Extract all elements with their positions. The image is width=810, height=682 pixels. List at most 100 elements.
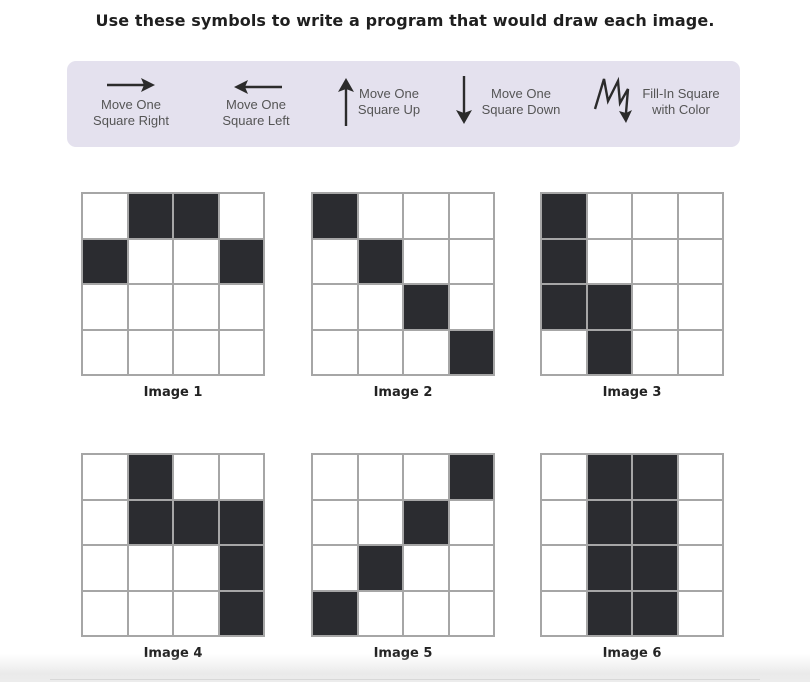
filled-square xyxy=(587,330,631,374)
empty-square xyxy=(449,239,493,283)
page-divider xyxy=(50,679,760,680)
empty-square xyxy=(83,285,127,329)
filled-square xyxy=(587,591,631,635)
filled-square xyxy=(587,500,631,544)
empty-square xyxy=(128,285,172,329)
empty-square xyxy=(678,239,722,283)
filled-square xyxy=(219,239,263,283)
empty-square xyxy=(404,239,448,283)
empty-square xyxy=(678,285,722,329)
filled-square xyxy=(128,455,172,499)
empty-square xyxy=(83,330,127,374)
empty-square xyxy=(587,239,631,283)
empty-square xyxy=(128,591,172,635)
filled-square xyxy=(542,239,586,283)
empty-square xyxy=(219,285,263,329)
filled-square xyxy=(219,546,263,590)
empty-square xyxy=(633,285,677,329)
filled-square xyxy=(313,591,357,635)
empty-square xyxy=(678,500,722,544)
empty-square xyxy=(449,591,493,635)
empty-square xyxy=(449,546,493,590)
empty-square xyxy=(83,194,127,238)
filled-square xyxy=(128,194,172,238)
empty-square xyxy=(313,455,357,499)
empty-square xyxy=(404,455,448,499)
filled-square xyxy=(128,500,172,544)
empty-square xyxy=(633,330,677,374)
empty-square xyxy=(83,455,127,499)
empty-square xyxy=(174,546,218,590)
image-caption: Image 2 xyxy=(373,385,433,400)
legend-label: Move One Square Up xyxy=(357,86,421,117)
image-grid-4 xyxy=(81,453,265,637)
image-caption: Image 1 xyxy=(143,385,203,400)
legend-label: Move One Square Right xyxy=(93,97,169,128)
filled-square xyxy=(174,194,218,238)
empty-square xyxy=(313,500,357,544)
empty-square xyxy=(358,455,402,499)
filled-square xyxy=(449,455,493,499)
filled-square xyxy=(542,194,586,238)
filled-square xyxy=(83,239,127,283)
empty-square xyxy=(449,500,493,544)
empty-square xyxy=(83,591,127,635)
image-grid-3 xyxy=(540,192,724,376)
empty-square xyxy=(404,330,448,374)
legend-label: Move One Square Down xyxy=(481,86,561,117)
filled-square xyxy=(587,546,631,590)
arrow-right-icon xyxy=(107,78,155,92)
empty-square xyxy=(542,591,586,635)
empty-square xyxy=(678,194,722,238)
empty-square xyxy=(313,330,357,374)
empty-square xyxy=(404,591,448,635)
empty-square xyxy=(83,500,127,544)
empty-square xyxy=(128,330,172,374)
empty-square xyxy=(404,546,448,590)
empty-square xyxy=(174,285,218,329)
empty-square xyxy=(174,455,218,499)
empty-square xyxy=(358,591,402,635)
filled-square xyxy=(587,285,631,329)
empty-square xyxy=(542,330,586,374)
filled-square xyxy=(358,546,402,590)
empty-square xyxy=(128,546,172,590)
empty-square xyxy=(128,239,172,283)
image-grid-1 xyxy=(81,192,265,376)
symbol-legend: Move One Square Right Move One Square Le… xyxy=(67,61,740,147)
empty-square xyxy=(587,194,631,238)
empty-square xyxy=(219,194,263,238)
empty-square xyxy=(542,455,586,499)
empty-square xyxy=(678,591,722,635)
empty-square xyxy=(174,239,218,283)
empty-square xyxy=(633,194,677,238)
filled-square xyxy=(633,500,677,544)
empty-square xyxy=(678,546,722,590)
empty-square xyxy=(313,546,357,590)
filled-square xyxy=(404,500,448,544)
empty-square xyxy=(358,194,402,238)
filled-square xyxy=(404,285,448,329)
image-grid-2 xyxy=(311,192,495,376)
image-caption: Image 3 xyxy=(602,385,662,400)
image-grid-6 xyxy=(540,453,724,637)
filled-square xyxy=(313,194,357,238)
legend-label: Fill-In Square with Color xyxy=(642,86,720,117)
empty-square xyxy=(449,285,493,329)
empty-square xyxy=(449,194,493,238)
instruction-heading: Use these symbols to write a program tha… xyxy=(95,11,715,30)
empty-square xyxy=(678,330,722,374)
image-grid-5 xyxy=(311,453,495,637)
empty-square xyxy=(313,285,357,329)
filled-square xyxy=(219,500,263,544)
filled-square xyxy=(449,330,493,374)
empty-square xyxy=(542,500,586,544)
empty-square xyxy=(219,330,263,374)
empty-square xyxy=(404,194,448,238)
filled-square xyxy=(174,500,218,544)
empty-square xyxy=(83,546,127,590)
empty-square xyxy=(678,455,722,499)
empty-square xyxy=(174,591,218,635)
page-bottom-shade xyxy=(0,654,810,682)
filled-square xyxy=(219,591,263,635)
